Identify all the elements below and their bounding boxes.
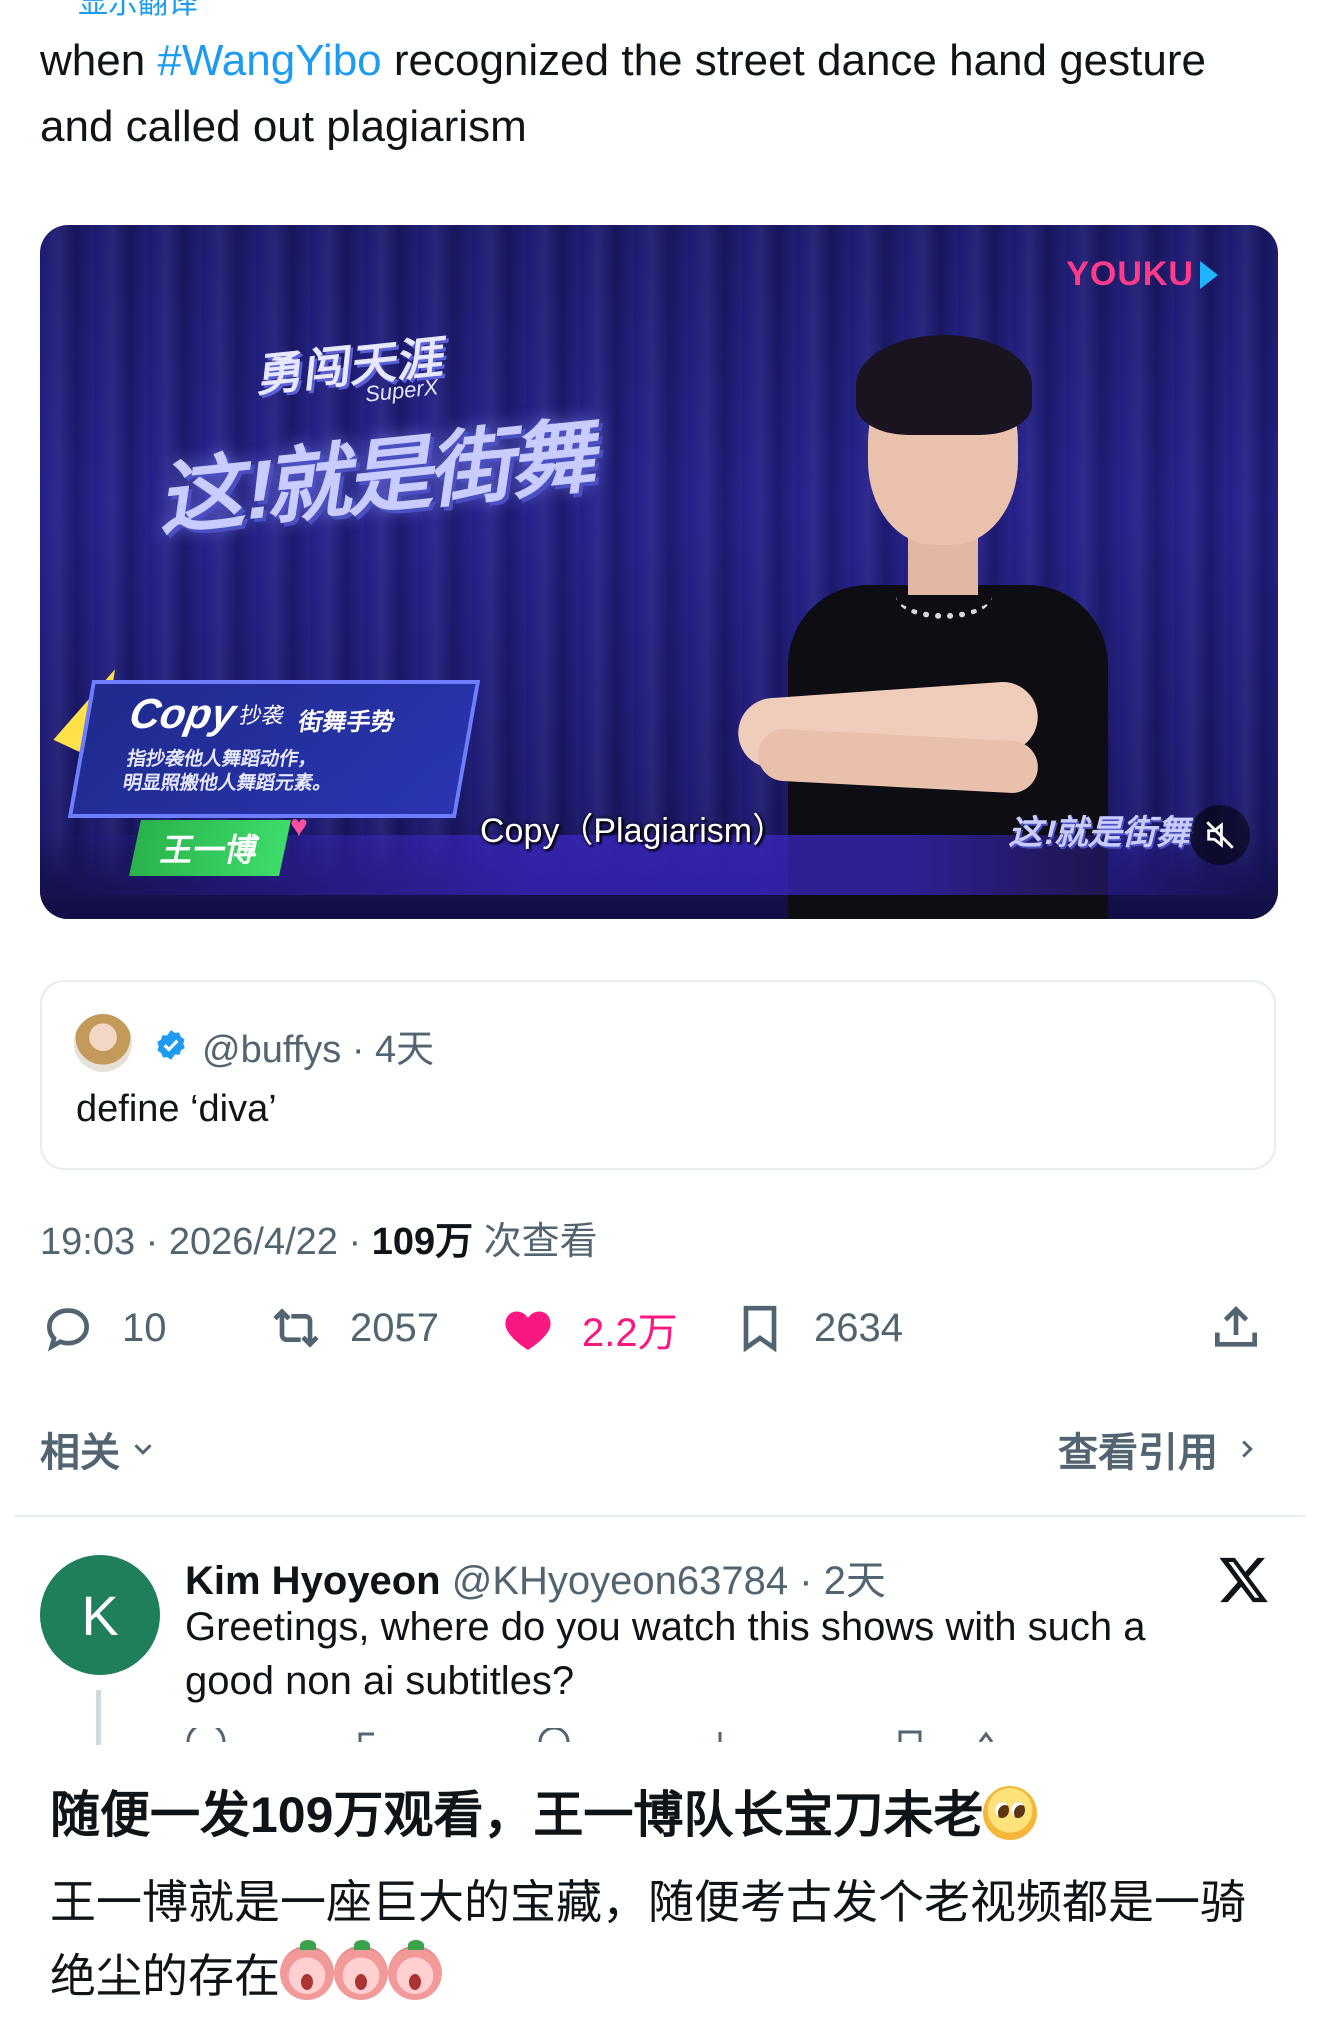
caption-cn-small: 抄袭: [237, 703, 287, 728]
quoted-handle[interactable]: @buffys · 4天: [202, 1018, 434, 1073]
heart-icon: [505, 1311, 551, 1350]
show-translation-link[interactable]: 显示翻译: [40, 0, 198, 22]
view-quotes-label: 查看引用: [1058, 1431, 1218, 1475]
caption-desc: 指抄袭他人舞蹈动作， 明显照搬他人舞蹈元素。: [121, 748, 338, 796]
tweet-text-before: when: [40, 36, 158, 85]
like-button[interactable]: 2.2万: [500, 1300, 678, 1358]
divider: [14, 1515, 1306, 1517]
tweet-text: when #WangYibo recognized the street dan…: [40, 28, 1260, 160]
reply-header: Kim Hyoyeon @KHyoyeon63784 · 2天: [185, 1548, 886, 1606]
show-logo: 勇闯天涯 SuperX 这!就是街舞: [130, 320, 690, 546]
avatar-letter: K: [81, 1583, 119, 1647]
youku-logo: YOUKU: [1066, 255, 1218, 294]
quoted-text: define ‘diva’: [76, 1088, 277, 1130]
mute-icon: [1206, 821, 1234, 849]
show-translation-label: 显示翻译: [78, 0, 198, 20]
youku-logo-text: YOUKU: [1066, 255, 1194, 293]
peach-emoji-icon: [334, 1940, 388, 2000]
retweet-count: 2057: [350, 1305, 439, 1350]
retweet-icon: [273, 1308, 319, 1348]
like-count: 2.2万: [582, 1311, 678, 1355]
reply-button[interactable]: 10: [40, 1300, 167, 1356]
performer-hair: [856, 335, 1032, 435]
reply-avatar[interactable]: K: [40, 1555, 160, 1675]
caption-copy: Copy: [126, 690, 240, 737]
peach-emoji-icon: [388, 1940, 442, 2000]
views-label: 次查看: [473, 1221, 598, 1263]
gesture-caption-box: Copy 抄袭 街舞手势 指抄袭他人舞蹈动作， 明显照搬他人舞蹈元素。: [67, 680, 481, 818]
bookmark-count: 2634: [814, 1305, 903, 1350]
retweet-button[interactable]: 2057: [268, 1300, 439, 1356]
quoted-tweet[interactable]: @buffys · 4天 define ‘diva’: [40, 980, 1276, 1170]
post-caption-title: 随便一发109万观看，王一博队长宝刀未老: [50, 1775, 1038, 1847]
reply-count: 10: [122, 1305, 167, 1350]
corner-show-logo: 这!就是街舞: [1006, 814, 1197, 852]
share-icon: [1215, 1306, 1257, 1347]
name-plate: 王一博: [129, 820, 291, 876]
related-toggle[interactable]: 相关: [40, 1420, 158, 1478]
caption-body-text: 王一博就是一座巨大的宝藏，随便考古发个老视频都是一骑绝尘的存在: [50, 1876, 1246, 2002]
reply-text: Greetings, where do you watch this shows…: [185, 1605, 1146, 1703]
pleading-face-icon: [983, 1786, 1038, 1840]
reply-icon: [46, 1308, 90, 1352]
caption-tag: 街舞手势: [296, 709, 398, 736]
view-quotes-link[interactable]: 查看引用: [1058, 1420, 1262, 1478]
chevron-right-icon: [1242, 1440, 1253, 1458]
cutoff-icons: [186, 1728, 994, 1742]
related-label: 相关: [40, 1431, 120, 1475]
reply-author-name[interactable]: Kim Hyoyeon: [185, 1559, 441, 1603]
caption-desc-line2: 明显照搬他人舞蹈元素。: [121, 773, 334, 794]
performer-chain: [896, 573, 992, 619]
post-caption-body: 王一博就是一座巨大的宝藏，随便考古发个老视频都是一骑绝尘的存在: [50, 1865, 1270, 2013]
video-subtitle: Copy（Plagiarism）: [480, 812, 787, 850]
timestamp[interactable]: 19:03 · 2026/4/22 ·: [40, 1221, 372, 1263]
caption-title-text: 随便一发109万观看，王一博队长宝刀未老: [50, 1787, 984, 1843]
youku-arrow-icon: [1200, 260, 1218, 289]
action-bar: 10 2057 2.2万 2634: [40, 1300, 1280, 1370]
thread-line: [96, 1690, 101, 1745]
video-player[interactable]: YOUKU 勇闯天涯 SuperX 这!就是街舞 Copy 抄袭 街舞手势 指抄…: [40, 225, 1278, 919]
chevron-down-icon: [134, 1444, 152, 1455]
views-count: 109万: [371, 1221, 474, 1263]
name-plate-text: 王一博: [157, 832, 262, 868]
peach-emoji-icon: [280, 1940, 334, 2000]
caption-desc-line1: 指抄袭他人舞蹈动作，: [125, 749, 320, 770]
tweet-meta: 19:03 · 2026/4/22 · 109万 次查看: [40, 1210, 598, 1265]
bookmark-button[interactable]: 2634: [732, 1300, 903, 1356]
heart-badge-icon: ♥: [290, 810, 308, 843]
mute-button[interactable]: [1190, 805, 1250, 865]
x-logo-icon: [1219, 1557, 1268, 1603]
translate-icon: [44, 0, 46, 1]
verified-badge-icon: [157, 1030, 185, 1060]
share-button[interactable]: [1208, 1300, 1264, 1356]
hashtag-link[interactable]: #WangYibo: [157, 36, 381, 85]
reply-handle-time[interactable]: @KHyoyeon63784 · 2天: [441, 1559, 886, 1603]
reply-actions-cutoff: [160, 1728, 1300, 1742]
avatar[interactable]: [74, 1014, 132, 1072]
bookmark-icon: [743, 1305, 777, 1353]
